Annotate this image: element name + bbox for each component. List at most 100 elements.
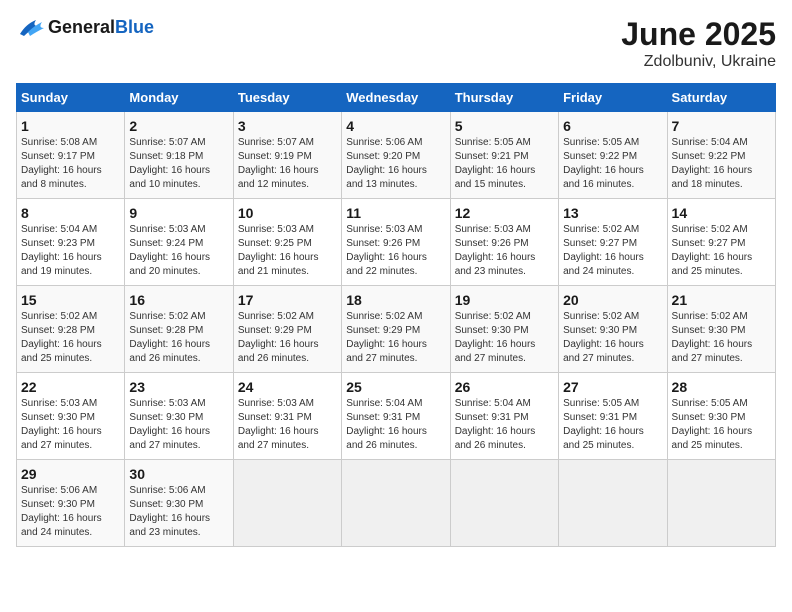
day-cell: 16 Sunrise: 5:02 AMSunset: 9:28 PMDaylig… — [125, 286, 233, 373]
day-cell: 22 Sunrise: 5:03 AMSunset: 9:30 PMDaylig… — [17, 373, 125, 460]
day-cell: 17 Sunrise: 5:02 AMSunset: 9:29 PMDaylig… — [233, 286, 341, 373]
day-info: Sunrise: 5:05 AMSunset: 9:21 PMDaylight:… — [455, 137, 536, 190]
day-cell: 14 Sunrise: 5:02 AMSunset: 9:27 PMDaylig… — [667, 199, 775, 286]
day-number: 6 — [563, 118, 662, 134]
day-number: 1 — [21, 118, 120, 134]
calendar-header: SundayMondayTuesdayWednesdayThursdayFrid… — [17, 84, 776, 112]
day-number: 12 — [455, 205, 554, 221]
day-number: 10 — [238, 205, 337, 221]
day-info: Sunrise: 5:02 AMSunset: 9:29 PMDaylight:… — [238, 311, 319, 364]
day-number: 7 — [672, 118, 771, 134]
day-number: 2 — [129, 118, 228, 134]
day-cell: 27 Sunrise: 5:05 AMSunset: 9:31 PMDaylig… — [559, 373, 667, 460]
day-cell — [342, 460, 450, 547]
calendar-title: June 2025 — [621, 16, 776, 53]
day-info: Sunrise: 5:03 AMSunset: 9:24 PMDaylight:… — [129, 224, 210, 277]
day-cell: 13 Sunrise: 5:02 AMSunset: 9:27 PMDaylig… — [559, 199, 667, 286]
day-number: 21 — [672, 292, 771, 308]
day-number: 4 — [346, 118, 445, 134]
header: GeneralBlue June 2025 Zdolbuniv, Ukraine — [16, 16, 776, 71]
header-row: SundayMondayTuesdayWednesdayThursdayFrid… — [17, 84, 776, 112]
day-cell: 6 Sunrise: 5:05 AMSunset: 9:22 PMDayligh… — [559, 112, 667, 199]
day-info: Sunrise: 5:03 AMSunset: 9:31 PMDaylight:… — [238, 398, 319, 451]
logo-icon — [16, 16, 44, 38]
day-cell: 21 Sunrise: 5:02 AMSunset: 9:30 PMDaylig… — [667, 286, 775, 373]
day-cell: 15 Sunrise: 5:02 AMSunset: 9:28 PMDaylig… — [17, 286, 125, 373]
day-number: 20 — [563, 292, 662, 308]
day-cell: 8 Sunrise: 5:04 AMSunset: 9:23 PMDayligh… — [17, 199, 125, 286]
day-cell: 30 Sunrise: 5:06 AMSunset: 9:30 PMDaylig… — [125, 460, 233, 547]
day-number: 9 — [129, 205, 228, 221]
day-info: Sunrise: 5:05 AMSunset: 9:31 PMDaylight:… — [563, 398, 644, 451]
logo-text: GeneralBlue — [48, 17, 154, 38]
day-info: Sunrise: 5:02 AMSunset: 9:30 PMDaylight:… — [563, 311, 644, 364]
day-info: Sunrise: 5:02 AMSunset: 9:28 PMDaylight:… — [129, 311, 210, 364]
day-info: Sunrise: 5:03 AMSunset: 9:30 PMDaylight:… — [21, 398, 102, 451]
day-cell: 19 Sunrise: 5:02 AMSunset: 9:30 PMDaylig… — [450, 286, 558, 373]
week-row-4: 22 Sunrise: 5:03 AMSunset: 9:30 PMDaylig… — [17, 373, 776, 460]
day-cell: 26 Sunrise: 5:04 AMSunset: 9:31 PMDaylig… — [450, 373, 558, 460]
week-row-2: 8 Sunrise: 5:04 AMSunset: 9:23 PMDayligh… — [17, 199, 776, 286]
day-number: 15 — [21, 292, 120, 308]
day-cell — [667, 460, 775, 547]
week-row-5: 29 Sunrise: 5:06 AMSunset: 9:30 PMDaylig… — [17, 460, 776, 547]
title-area: June 2025 Zdolbuniv, Ukraine — [621, 16, 776, 71]
day-number: 25 — [346, 379, 445, 395]
day-cell: 5 Sunrise: 5:05 AMSunset: 9:21 PMDayligh… — [450, 112, 558, 199]
day-number: 30 — [129, 466, 228, 482]
day-cell: 11 Sunrise: 5:03 AMSunset: 9:26 PMDaylig… — [342, 199, 450, 286]
day-info: Sunrise: 5:06 AMSunset: 9:30 PMDaylight:… — [129, 485, 210, 538]
day-info: Sunrise: 5:02 AMSunset: 9:30 PMDaylight:… — [672, 311, 753, 364]
day-cell: 10 Sunrise: 5:03 AMSunset: 9:25 PMDaylig… — [233, 199, 341, 286]
day-number: 29 — [21, 466, 120, 482]
day-number: 3 — [238, 118, 337, 134]
week-row-1: 1 Sunrise: 5:08 AMSunset: 9:17 PMDayligh… — [17, 112, 776, 199]
day-number: 27 — [563, 379, 662, 395]
day-info: Sunrise: 5:06 AMSunset: 9:20 PMDaylight:… — [346, 137, 427, 190]
day-number: 8 — [21, 205, 120, 221]
day-cell: 2 Sunrise: 5:07 AMSunset: 9:18 PMDayligh… — [125, 112, 233, 199]
day-cell: 4 Sunrise: 5:06 AMSunset: 9:20 PMDayligh… — [342, 112, 450, 199]
day-info: Sunrise: 5:03 AMSunset: 9:26 PMDaylight:… — [346, 224, 427, 277]
logo-blue: Blue — [115, 17, 154, 37]
day-cell — [450, 460, 558, 547]
day-number: 18 — [346, 292, 445, 308]
day-number: 23 — [129, 379, 228, 395]
day-cell: 7 Sunrise: 5:04 AMSunset: 9:22 PMDayligh… — [667, 112, 775, 199]
day-number: 11 — [346, 205, 445, 221]
day-info: Sunrise: 5:03 AMSunset: 9:26 PMDaylight:… — [455, 224, 536, 277]
calendar-table: SundayMondayTuesdayWednesdayThursdayFrid… — [16, 83, 776, 547]
day-cell: 18 Sunrise: 5:02 AMSunset: 9:29 PMDaylig… — [342, 286, 450, 373]
day-number: 13 — [563, 205, 662, 221]
day-info: Sunrise: 5:02 AMSunset: 9:28 PMDaylight:… — [21, 311, 102, 364]
day-cell — [559, 460, 667, 547]
logo-general: General — [48, 17, 115, 37]
day-number: 5 — [455, 118, 554, 134]
day-info: Sunrise: 5:02 AMSunset: 9:27 PMDaylight:… — [563, 224, 644, 277]
day-cell: 29 Sunrise: 5:06 AMSunset: 9:30 PMDaylig… — [17, 460, 125, 547]
day-cell: 24 Sunrise: 5:03 AMSunset: 9:31 PMDaylig… — [233, 373, 341, 460]
day-cell: 28 Sunrise: 5:05 AMSunset: 9:30 PMDaylig… — [667, 373, 775, 460]
day-info: Sunrise: 5:06 AMSunset: 9:30 PMDaylight:… — [21, 485, 102, 538]
day-cell: 1 Sunrise: 5:08 AMSunset: 9:17 PMDayligh… — [17, 112, 125, 199]
day-info: Sunrise: 5:04 AMSunset: 9:23 PMDaylight:… — [21, 224, 102, 277]
day-info: Sunrise: 5:03 AMSunset: 9:30 PMDaylight:… — [129, 398, 210, 451]
calendar-subtitle: Zdolbuniv, Ukraine — [621, 53, 776, 71]
day-number: 17 — [238, 292, 337, 308]
day-cell: 12 Sunrise: 5:03 AMSunset: 9:26 PMDaylig… — [450, 199, 558, 286]
day-cell — [233, 460, 341, 547]
day-info: Sunrise: 5:05 AMSunset: 9:30 PMDaylight:… — [672, 398, 753, 451]
day-number: 26 — [455, 379, 554, 395]
day-cell: 25 Sunrise: 5:04 AMSunset: 9:31 PMDaylig… — [342, 373, 450, 460]
header-cell-friday: Friday — [559, 84, 667, 112]
day-info: Sunrise: 5:02 AMSunset: 9:29 PMDaylight:… — [346, 311, 427, 364]
calendar-body: 1 Sunrise: 5:08 AMSunset: 9:17 PMDayligh… — [17, 112, 776, 547]
day-number: 28 — [672, 379, 771, 395]
day-info: Sunrise: 5:03 AMSunset: 9:25 PMDaylight:… — [238, 224, 319, 277]
day-info: Sunrise: 5:07 AMSunset: 9:18 PMDaylight:… — [129, 137, 210, 190]
header-cell-sunday: Sunday — [17, 84, 125, 112]
day-info: Sunrise: 5:05 AMSunset: 9:22 PMDaylight:… — [563, 137, 644, 190]
header-cell-saturday: Saturday — [667, 84, 775, 112]
week-row-3: 15 Sunrise: 5:02 AMSunset: 9:28 PMDaylig… — [17, 286, 776, 373]
logo: GeneralBlue — [16, 16, 154, 38]
